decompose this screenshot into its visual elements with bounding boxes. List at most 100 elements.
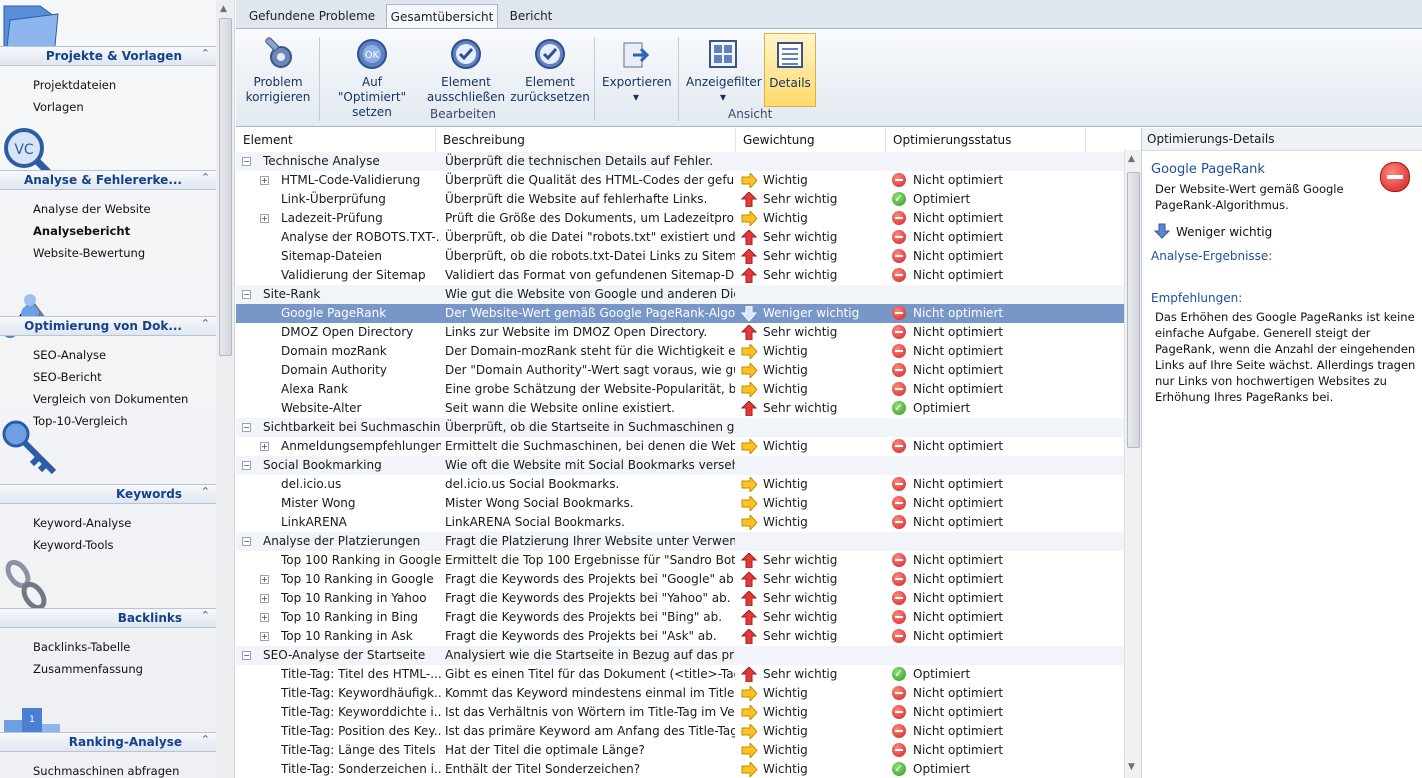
column-header-weight[interactable]: Gewichtung	[736, 128, 886, 152]
table-row[interactable]: del.icio.us del.icio.us Social Bookmarks.…	[236, 475, 1126, 494]
sidebar-item[interactable]: Projektdateien	[33, 74, 116, 96]
table-row[interactable]: Top 100 Ranking in Google Ermittelt die T…	[236, 551, 1126, 570]
column-header-element[interactable]: Element	[236, 128, 436, 152]
table-row[interactable]: Title-Tag: Keyworddichte i... Ist das Ver…	[236, 703, 1126, 722]
table-row[interactable]: + Top 10 Ranking in Bing Fragt die Keyword…	[236, 608, 1126, 627]
column-header-status[interactable]: Optimierungsstatus	[886, 128, 1086, 152]
set-optimized-button[interactable]: OK Auf "Optimiert" setzen	[326, 33, 418, 119]
scroll-up-icon[interactable]: ▲	[1128, 154, 1135, 164]
sidebar-item[interactable]: Vergleich von Dokumenten	[33, 388, 188, 410]
table-row[interactable]: Analyse der ROBOTS.TXT-... Überprüft, ob …	[236, 228, 1126, 247]
not-optimized-icon	[892, 610, 906, 624]
sidebar-item[interactable]: Backlinks-Tabelle	[33, 636, 143, 658]
table-row[interactable]: Mister Wong Mister Wong Social Bookmarks.…	[236, 494, 1126, 513]
table-row[interactable]: Alexa Rank Eine grobe Schätzung der Websi…	[236, 380, 1126, 399]
table-group-row[interactable]: − SEO-Analyse der Startseite Analysiert wi…	[236, 646, 1126, 665]
collapse-icon[interactable]: −	[242, 537, 251, 546]
sidebar-scrollbar[interactable]: ▲	[216, 0, 235, 778]
sidebar-item[interactable]: Analysebericht	[33, 220, 151, 242]
table-row[interactable]: + Ladezeit-Prüfung Prüft die Größe des Dok…	[236, 209, 1126, 228]
sidebar-item[interactable]: SEO-Analyse	[33, 344, 188, 366]
expand-icon[interactable]: +	[260, 594, 269, 603]
details-button[interactable]: Details	[764, 33, 816, 107]
tab-gefundene-probleme[interactable]: Gefundene Probleme	[248, 4, 376, 28]
table-group-row[interactable]: − Social Bookmarking Wie oft die Website m…	[236, 456, 1126, 475]
sidebar-item[interactable]: Website-Bewertung	[33, 242, 151, 264]
table-group-row[interactable]: − Site-Rank Wie gut die Website von Google…	[236, 285, 1126, 304]
table-row[interactable]: Title-Tag: Keywordhäufigk... Kommt das Ke…	[236, 684, 1126, 703]
sidebar-item[interactable]: Keyword-Analyse	[33, 512, 131, 534]
collapse-icon[interactable]: −	[242, 290, 251, 299]
table-row[interactable]: + HTML-Code-Validierung Überprüft die Qual…	[236, 171, 1126, 190]
table-row[interactable]: LinkARENA LinkARENA Social Bookmarks. Wich…	[236, 513, 1126, 532]
table-row[interactable]: + Top 10 Ranking in Yahoo Fragt die Keywor…	[236, 589, 1126, 608]
expand-icon[interactable]: +	[260, 613, 269, 622]
problem-korrigieren-button[interactable]: Problem korrigieren	[242, 33, 314, 105]
table-row[interactable]: Domain Authority Der "Domain Authority"-W…	[236, 361, 1126, 380]
sidebar-item[interactable]: Vorlagen	[33, 96, 116, 118]
table-row[interactable]: Website-Alter Seit wann die Website onlin…	[236, 398, 1126, 418]
sidebar-section-header[interactable]: Projekte & Vorlagen ⌃	[0, 46, 216, 66]
table-group-row[interactable]: − Analyse der Platzierungen Fragt die Plat…	[236, 532, 1126, 551]
scroll-up-icon[interactable]: ▲	[220, 4, 227, 14]
element-zuruecksetzen-button[interactable]: Element zurücksetzen	[510, 33, 590, 105]
collapse-chevron-icon[interactable]: ⌃	[201, 47, 210, 60]
table-row[interactable]: Link-Überprüfung Überprüft die Website au…	[236, 189, 1126, 209]
tab-gesamtuebersicht[interactable]: Gesamtübersicht	[386, 4, 498, 30]
table-scrollbar[interactable]: ▲ ▼	[1124, 150, 1141, 778]
sidebar-section-header[interactable]: Analyse & Fehlererke... ⌃	[0, 170, 216, 190]
collapse-chevron-icon[interactable]: ⌃	[201, 317, 210, 330]
anzeigefilter-button[interactable]: Anzeigefilter ▾	[686, 33, 762, 105]
expand-icon[interactable]: +	[260, 214, 269, 223]
table-row[interactable]: DMOZ Open Directory Links zur Website im …	[236, 323, 1126, 342]
sidebar-item[interactable]: Keyword-Tools	[33, 534, 131, 556]
scrollbar-thumb[interactable]	[1127, 172, 1140, 448]
sidebar-section-header[interactable]: Backlinks ⌃	[0, 608, 216, 628]
sidebar-section-header[interactable]: Optimierung von Dok... ⌃	[0, 316, 216, 336]
expand-icon[interactable]: +	[260, 176, 269, 185]
table-row[interactable]: Google PageRank Der Website-Wert gemäß Go…	[236, 304, 1126, 323]
sidebar-item[interactable]: Analyse der Website	[33, 198, 151, 220]
column-header-description[interactable]: Beschreibung	[436, 128, 736, 152]
collapse-chevron-icon[interactable]: ⌃	[201, 171, 210, 184]
collapse-chevron-icon[interactable]: ⌃	[201, 485, 210, 498]
exportieren-button[interactable]: Exportieren ▾	[602, 33, 672, 105]
table-header: Element Beschreibung Gewichtung Optimier…	[236, 128, 1126, 153]
sidebar-item[interactable]: Zusammenfassung	[33, 658, 143, 680]
collapse-icon[interactable]: −	[242, 157, 251, 166]
sidebar-section-header[interactable]: Ranking-Analyse ⌃	[0, 732, 216, 752]
collapse-icon[interactable]: −	[242, 651, 251, 660]
table-row[interactable]: Sitemap-Dateien Überprüft, ob die robots.…	[236, 247, 1126, 266]
status-cell: Nicht optimiert	[913, 591, 1004, 605]
expand-icon[interactable]: +	[260, 442, 269, 451]
tab-bericht[interactable]: Bericht	[506, 4, 556, 28]
collapse-icon[interactable]: −	[242, 461, 251, 470]
details-title: Google PageRank	[1151, 162, 1265, 177]
table-row[interactable]: Title-Tag: Titel des HTML-... Gibt es ein…	[236, 664, 1126, 684]
table-group-row[interactable]: − Sichtbarkeit bei Suchmaschinen Überprüft…	[236, 418, 1126, 437]
arrow-down-icon	[740, 305, 758, 322]
table-row[interactable]: Domain mozRank Der Domain-mozRank steht f…	[236, 342, 1126, 361]
expand-icon[interactable]: +	[260, 575, 269, 584]
scrollbar-thumb[interactable]	[219, 18, 232, 356]
sidebar-item[interactable]: SEO-Bericht	[33, 366, 188, 388]
table-row[interactable]: + Anmeldungsempfehlungen Ermittelt die Suc…	[236, 437, 1126, 456]
table-row[interactable]: + Top 10 Ranking in Ask Fragt die Keywords…	[236, 627, 1126, 646]
table-row[interactable]: + Top 10 Ranking in Google Fragt die Keywo…	[236, 570, 1126, 589]
collapse-chevron-icon[interactable]: ⌃	[201, 733, 210, 746]
table-row[interactable]: Title-Tag: Position des Key... Ist das pr…	[236, 722, 1126, 741]
element-cell: Website-Alter	[281, 401, 362, 415]
description-cell: Überprüft die Qualität des HTML-Codes de…	[445, 173, 735, 187]
scroll-down-icon[interactable]: ▼	[1128, 762, 1135, 772]
table-row[interactable]: Title-Tag: Sonderzeichen i... Enthält der…	[236, 759, 1126, 778]
sidebar-item[interactable]: Suchmaschinen abfragen	[33, 760, 179, 778]
collapse-chevron-icon[interactable]: ⌃	[201, 609, 210, 622]
table-row[interactable]: Title-Tag: Länge des Titels Hat der Titel…	[236, 741, 1126, 760]
element-ausschliessen-button[interactable]: Element ausschließen	[426, 33, 506, 105]
collapse-icon[interactable]: −	[242, 423, 251, 432]
sidebar-section-header[interactable]: Keywords ⌃	[0, 484, 216, 504]
arrow-up-icon	[740, 571, 758, 588]
table-row[interactable]: Validierung der Sitemap Validiert das For…	[236, 266, 1126, 285]
table-group-row[interactable]: − Technische Analyse Überprüft die technis…	[236, 152, 1126, 171]
expand-icon[interactable]: +	[260, 632, 269, 641]
